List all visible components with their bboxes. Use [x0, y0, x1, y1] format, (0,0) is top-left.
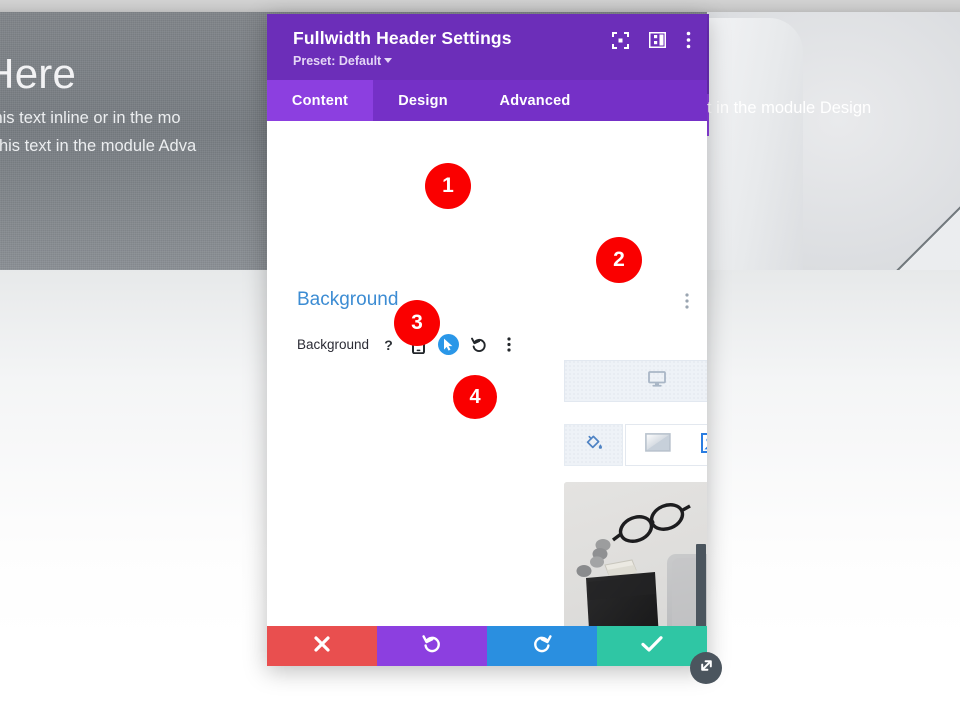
- background-section-title[interactable]: Background: [297, 289, 398, 311]
- hero-subtext: dit or remove this text inline or in the…: [0, 104, 196, 160]
- background-image-preview-graphic: [564, 482, 707, 626]
- undo-button[interactable]: [377, 626, 487, 666]
- annotation-badge-4: 4: [453, 375, 497, 419]
- background-diagonal-shape: [872, 92, 960, 292]
- chevron-down-icon: [384, 58, 393, 63]
- background-color-tab[interactable]: [564, 424, 624, 466]
- fullwidth-header-settings-modal[interactable]: Fullwidth Header Settings Preset: Defaul…: [267, 14, 707, 666]
- background-field-label: Background: [297, 337, 370, 352]
- desktop-mode-tab[interactable]: [564, 360, 707, 402]
- hero-subtext-right-fragment: t in the module Design: [707, 99, 872, 117]
- more-vertical-icon[interactable]: [498, 334, 519, 355]
- modal-scrollbar[interactable]: [696, 544, 706, 626]
- annotation-badge-3: 3: [394, 300, 440, 346]
- background-image-preview[interactable]: [564, 482, 707, 626]
- tab-content[interactable]: Content: [267, 80, 373, 121]
- annotation-badge-2: 2: [596, 237, 642, 283]
- desktop-icon: [648, 370, 666, 392]
- modal-header: Fullwidth Header Settings Preset: Defaul…: [267, 14, 707, 80]
- hover-cursor-icon[interactable]: [438, 334, 460, 355]
- annotation-badge-1: 1: [425, 163, 471, 209]
- modal-header-actions: [612, 31, 691, 49]
- close-icon: [313, 635, 331, 658]
- check-icon: [641, 635, 663, 658]
- save-button[interactable]: [597, 626, 707, 666]
- paint-bucket-icon: [584, 433, 603, 457]
- redo-icon: [532, 634, 552, 659]
- background-mode-tabs[interactable]: [564, 360, 707, 402]
- more-vertical-icon[interactable]: [686, 31, 691, 49]
- tab-advanced[interactable]: Advanced: [473, 80, 597, 121]
- layout-columns-icon[interactable]: [648, 31, 667, 49]
- image-icon[interactable]: [700, 432, 707, 458]
- background-gradient-image-group[interactable]: [625, 424, 707, 466]
- browser-top-strip: [0, 0, 960, 12]
- redo-button[interactable]: [487, 626, 597, 666]
- background-section-more-icon[interactable]: [685, 293, 689, 314]
- tab-design[interactable]: Design: [373, 80, 473, 121]
- undo-icon: [422, 634, 442, 659]
- resize-diagonal-icon: [698, 657, 715, 679]
- expand-icon[interactable]: [612, 31, 629, 49]
- preset-selector[interactable]: Preset: Default: [293, 54, 689, 68]
- modal-body: Background Background ?: [267, 121, 707, 626]
- hero-subtext-line-1: dit or remove this text inline or in the…: [0, 109, 181, 127]
- modal-footer[interactable]: [267, 626, 707, 666]
- hero-subtext-line-2: ustom CSS to this text in the module Adv…: [0, 137, 197, 155]
- gradient-icon[interactable]: [644, 433, 671, 457]
- modal-tab-bar[interactable]: Content Design Advanced: [267, 80, 707, 121]
- reset-icon[interactable]: [468, 334, 489, 355]
- background-laptop-shape: [705, 18, 803, 274]
- help-icon[interactable]: ?: [378, 334, 399, 355]
- preset-label: Preset: Default: [293, 54, 382, 68]
- cancel-button[interactable]: [267, 626, 377, 666]
- background-type-tabs[interactable]: [564, 424, 707, 466]
- hero-title: oes Here: [0, 50, 77, 97]
- resize-handle[interactable]: [690, 652, 722, 684]
